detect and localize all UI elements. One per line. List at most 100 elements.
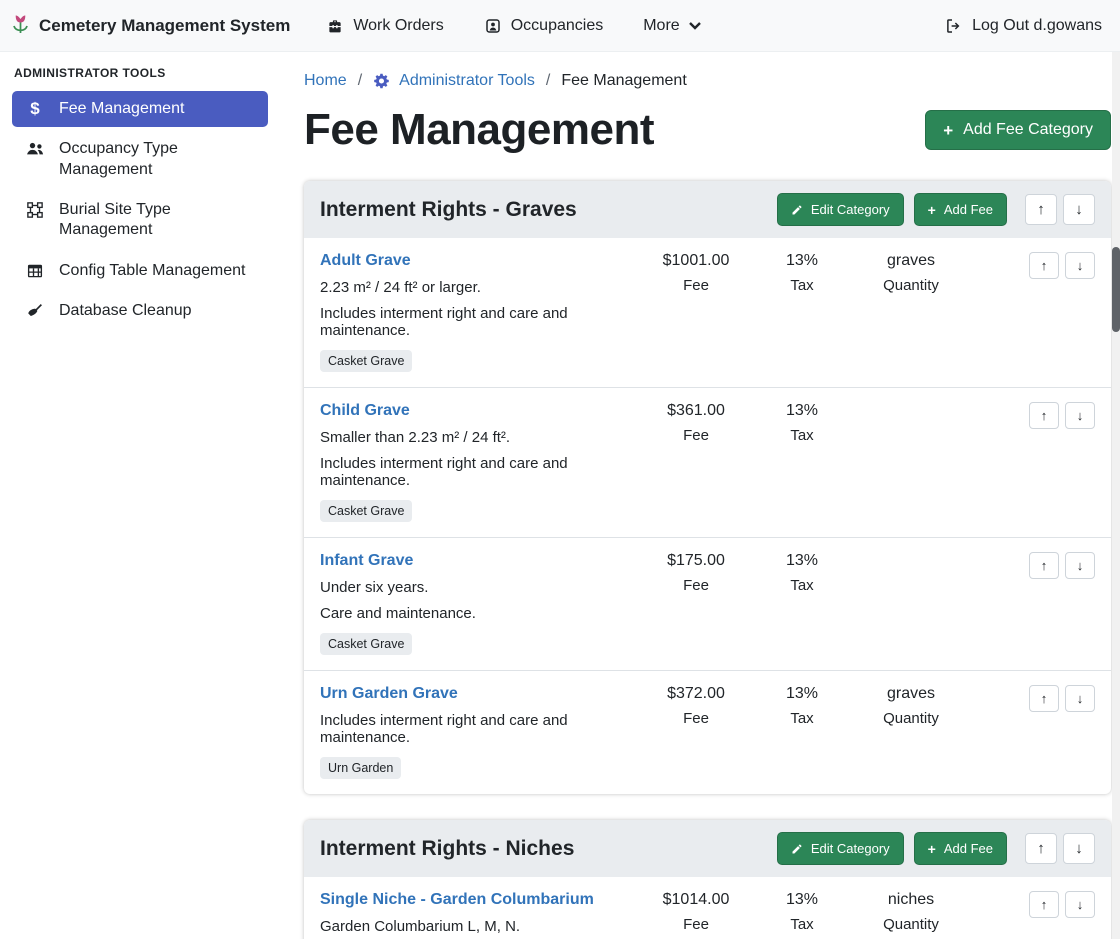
- logout-icon: [944, 17, 963, 35]
- fee-info: Urn Garden Grave Includes interment righ…: [320, 685, 643, 779]
- sidebar-item-label: Burial Site Type Management: [59, 200, 258, 241]
- move-fee-up-button[interactable]: ↑: [1029, 402, 1059, 429]
- brand-title: Cemetery Management System: [39, 16, 290, 36]
- fee-list: Adult Grave 2.23 m² / 24 ft² or larger. …: [304, 238, 1111, 794]
- fee-quantity-cell: graves Quantity: [855, 685, 967, 727]
- fee-reorder-controls: ↑ ↓: [967, 402, 1095, 429]
- fee-desc-2: Includes interment right and care and ma…: [320, 305, 631, 339]
- move-fee-down-button[interactable]: ↓: [1065, 402, 1095, 429]
- sidebar-item-label: Database Cleanup: [59, 301, 192, 321]
- sidebar-item-label: Occupancy Type Management: [59, 139, 258, 180]
- arrow-up-icon: ↑: [1037, 201, 1045, 218]
- fee-type-badge: Casket Grave: [320, 350, 412, 372]
- nav-work-orders[interactable]: Work Orders: [326, 17, 443, 35]
- breadcrumb-admin-label: Administrator Tools: [399, 72, 535, 90]
- tax-label: Tax: [749, 916, 855, 933]
- nav-occupancies-label: Occupancies: [511, 17, 604, 35]
- fee-name-link[interactable]: Infant Grave: [320, 552, 413, 570]
- edit-category-button[interactable]: Edit Category: [777, 832, 904, 865]
- fee-amount: $1014.00: [643, 891, 749, 909]
- move-fee-up-button[interactable]: ↑: [1029, 685, 1059, 712]
- plus-icon: +: [928, 203, 936, 217]
- sidebar-item-config-table[interactable]: Config Table Management: [12, 253, 268, 289]
- edit-category-button[interactable]: Edit Category: [777, 193, 904, 226]
- fee-info: Child Grave Smaller than 2.23 m² / 24 ft…: [320, 402, 643, 522]
- sidebar-item-occupancy-type[interactable]: Occupancy Type Management: [12, 131, 268, 188]
- quantity-unit: niches: [855, 891, 967, 909]
- move-category-up-button[interactable]: ↑: [1025, 833, 1057, 864]
- arrow-down-icon: ↓: [1075, 840, 1083, 857]
- fee-quantity-cell: graves Quantity: [855, 252, 967, 294]
- users-icon: [24, 140, 46, 157]
- move-fee-up-button[interactable]: ↑: [1029, 891, 1059, 918]
- arrow-down-icon: ↓: [1077, 258, 1084, 273]
- add-fee-category-button[interactable]: + Add Fee Category: [925, 110, 1111, 150]
- move-fee-down-button[interactable]: ↓: [1065, 891, 1095, 918]
- fee-desc-1: Under six years.: [320, 579, 631, 596]
- scrollbar-thumb[interactable]: [1112, 247, 1120, 332]
- sidebar-item-fee-management[interactable]: $ Fee Management: [12, 91, 268, 127]
- fee-label: Fee: [643, 577, 749, 594]
- move-fee-up-button[interactable]: ↑: [1029, 252, 1059, 279]
- breadcrumb: Home / Administrator Tools / Fee Managem…: [304, 68, 1111, 90]
- fee-type-badge: Urn Garden: [320, 757, 401, 779]
- nav-work-orders-label: Work Orders: [353, 17, 443, 35]
- fee-reorder-controls: ↑ ↓: [967, 552, 1095, 579]
- fee-desc-2: Includes interment right and care and ma…: [320, 455, 631, 489]
- nav-occupancies[interactable]: Occupancies: [484, 17, 604, 35]
- page-scrollbar[interactable]: [1112, 52, 1120, 939]
- tax-rate: 13%: [749, 402, 855, 420]
- app-brand: Cemetery Management System: [10, 12, 290, 40]
- arrow-up-icon: ↑: [1041, 897, 1048, 912]
- tax-rate: 13%: [749, 252, 855, 270]
- quantity-label: Quantity: [855, 710, 967, 727]
- fee-name-link[interactable]: Adult Grave: [320, 252, 411, 270]
- nav-more[interactable]: More: [643, 17, 700, 35]
- fee-tax-cell: 13% Tax: [749, 685, 855, 727]
- add-fee-label: Add Fee: [944, 202, 993, 217]
- quantity-unit: graves: [855, 685, 967, 703]
- sidebar-item-database-cleanup[interactable]: Database Cleanup: [12, 293, 268, 329]
- fee-info: Single Niche - Garden Columbarium Garden…: [320, 891, 643, 939]
- nav-links: Work Orders Occupancies More: [326, 17, 700, 35]
- move-fee-up-button[interactable]: ↑: [1029, 552, 1059, 579]
- fee-type-badge: Casket Grave: [320, 500, 412, 522]
- move-fee-down-button[interactable]: ↓: [1065, 552, 1095, 579]
- logout-button[interactable]: Log Out d.gowans: [944, 17, 1102, 35]
- fee-name-link[interactable]: Child Grave: [320, 402, 410, 420]
- fee-tax-cell: 13% Tax: [749, 252, 855, 294]
- fee-name-link[interactable]: Urn Garden Grave: [320, 685, 458, 703]
- fee-reorder-controls: ↑ ↓: [967, 891, 1095, 918]
- top-navbar: Cemetery Management System Work Orders: [0, 0, 1120, 52]
- fee-list: Single Niche - Garden Columbarium Garden…: [304, 877, 1111, 939]
- breadcrumb-home-link[interactable]: Home: [304, 72, 347, 90]
- move-fee-down-button[interactable]: ↓: [1065, 252, 1095, 279]
- tax-rate: 13%: [749, 552, 855, 570]
- category-header: Interment Rights - Niches Edit Category …: [304, 820, 1111, 877]
- move-category-down-button[interactable]: ↓: [1063, 194, 1095, 225]
- move-category-up-button[interactable]: ↑: [1025, 194, 1057, 225]
- fee-amount-cell: $1014.00 Fee: [643, 891, 749, 933]
- fee-tax-cell: 13% Tax: [749, 552, 855, 594]
- broom-icon: [24, 302, 46, 320]
- add-fee-button[interactable]: + Add Fee: [914, 832, 1007, 865]
- add-fee-button[interactable]: + Add Fee: [914, 193, 1007, 226]
- sidebar-item-burial-site-type[interactable]: Burial Site Type Management: [12, 192, 268, 249]
- breadcrumb-current: Fee Management: [561, 72, 686, 90]
- tax-label: Tax: [749, 577, 855, 594]
- arrow-down-icon: ↓: [1077, 691, 1084, 706]
- fee-amount-cell: $372.00 Fee: [643, 685, 749, 727]
- breadcrumb-admin-link[interactable]: Administrator Tools: [373, 72, 535, 90]
- move-fee-down-button[interactable]: ↓: [1065, 685, 1095, 712]
- category-header: Interment Rights - Graves Edit Category …: [304, 181, 1111, 238]
- sidebar-header: ADMINISTRATOR TOOLS: [0, 66, 280, 91]
- arrow-down-icon: ↓: [1077, 897, 1084, 912]
- fee-info: Infant Grave Under six years. Care and m…: [320, 552, 643, 655]
- pencil-icon: [791, 204, 803, 216]
- fee-desc-1: 2.23 m² / 24 ft² or larger.: [320, 279, 631, 296]
- category-reorder-controls: ↑ ↓: [1025, 833, 1095, 864]
- move-category-down-button[interactable]: ↓: [1063, 833, 1095, 864]
- fee-category-card: Interment Rights - Graves Edit Category …: [304, 181, 1111, 794]
- fee-name-link[interactable]: Single Niche - Garden Columbarium: [320, 891, 594, 909]
- plus-icon: +: [928, 842, 936, 856]
